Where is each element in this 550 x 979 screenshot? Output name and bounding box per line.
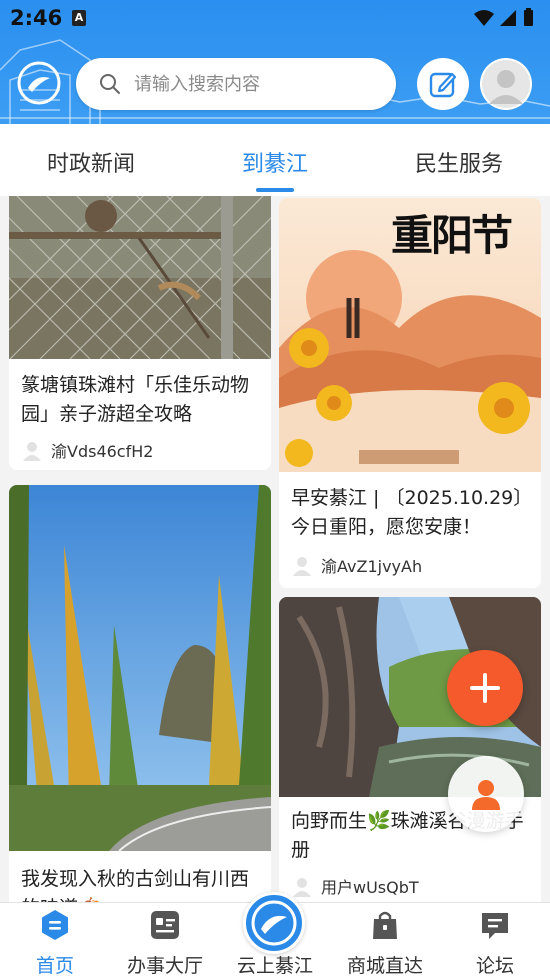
header: 2:46 A (0, 0, 550, 124)
nav-label: 商城直达 (346, 955, 423, 977)
tab-to-qijiang[interactable]: 到綦江 (200, 146, 350, 178)
battery-icon (524, 10, 533, 26)
author-name: 渝Vds46cfH2 (51, 442, 154, 461)
nav-label: 论坛 (475, 955, 514, 977)
shopping-bag-icon (373, 911, 397, 939)
category-tabs: 时政新闻 到綦江 民生服务 (0, 124, 550, 196)
add-post-button[interactable] (447, 650, 523, 726)
author-name: 渝AvZ1jvyAh (321, 557, 423, 576)
search-input[interactable] (134, 58, 384, 110)
app-screen: 2:46 A 请输入搜索内容 时政新闻 到綦江 民生服务 篆塘镇珠滩村「乐佳乐动… (0, 0, 550, 979)
search-bar[interactable] (76, 58, 396, 110)
edit-icon (429, 72, 457, 98)
tab-livelihood[interactable]: 民生服务 (384, 146, 534, 178)
status-icons (474, 8, 533, 26)
signal-icon (500, 10, 516, 26)
home-icon (42, 910, 68, 940)
card-title: 早安綦江 | 〔2025.10.29〕今日重阳，愿您安康！ (291, 487, 523, 538)
nav-service-hall[interactable]: 办事大厅 (110, 903, 220, 979)
card-image-cage (9, 196, 271, 359)
search-icon (100, 74, 120, 94)
feed-card[interactable]: 篆塘镇珠滩村「乐佳乐动物园」亲子游超全攻略 渝Vds46cfH2 (9, 196, 271, 470)
nav-shop[interactable]: 商城直达 (330, 903, 440, 979)
forum-icon (482, 913, 508, 939)
nav-forum[interactable]: 论坛 (440, 903, 550, 979)
qijiang-logo-icon[interactable] (16, 60, 62, 106)
nav-label: 云上綦江 (236, 955, 313, 977)
service-hall-icon (151, 911, 179, 939)
card-author: 渝Vds46cfH2 (21, 437, 153, 463)
avatar-icon (482, 60, 530, 108)
tab-news[interactable]: 时政新闻 (16, 146, 166, 178)
active-tab-indicator (256, 188, 294, 192)
nav-label: 首页 (35, 955, 74, 977)
card-image-autumn-road (9, 485, 271, 851)
author-avatar-icon (23, 442, 41, 461)
qijiang-logo-icon[interactable] (243, 892, 305, 954)
nav-label: 办事大厅 (126, 955, 203, 977)
wifi-icon (474, 10, 494, 26)
status-time: 2:46 (10, 6, 63, 30)
feed-card[interactable]: 重阳节 早安綦江 | 〔2025.10.29〕今日重阳，愿您安康！ 渝AvZ1j… (279, 198, 541, 588)
feed-card[interactable]: 我发现入秋的古剑山有川西的味道🍂 (9, 485, 271, 902)
nav-home[interactable]: 首页 (0, 903, 110, 979)
card-title: 篆塘镇珠滩村「乐佳乐动物园」亲子游超全攻略 (21, 374, 250, 425)
feed-card[interactable]: 向野而生🌿珠滩溪谷漫游手册 用户wUsQbT (279, 597, 541, 902)
profile-float-button[interactable] (448, 756, 524, 832)
plus-icon (470, 673, 500, 703)
edit-post-button[interactable] (417, 58, 469, 110)
card-author: 用户wUsQbT (291, 873, 419, 899)
poster-title: 重阳节 (391, 211, 513, 260)
author-avatar-icon (293, 557, 311, 576)
notification-icon: A (72, 10, 86, 26)
author-name: 用户wUsQbT (321, 878, 419, 897)
person-icon (472, 780, 500, 810)
card-author: 渝AvZ1jvyAh (291, 552, 422, 578)
status-bar: 2:46 A (0, 0, 550, 36)
author-avatar-icon (293, 878, 311, 897)
card-title: 我发现入秋的古剑山有川西的味道🍂 (21, 868, 250, 902)
user-avatar-button[interactable] (480, 58, 532, 110)
